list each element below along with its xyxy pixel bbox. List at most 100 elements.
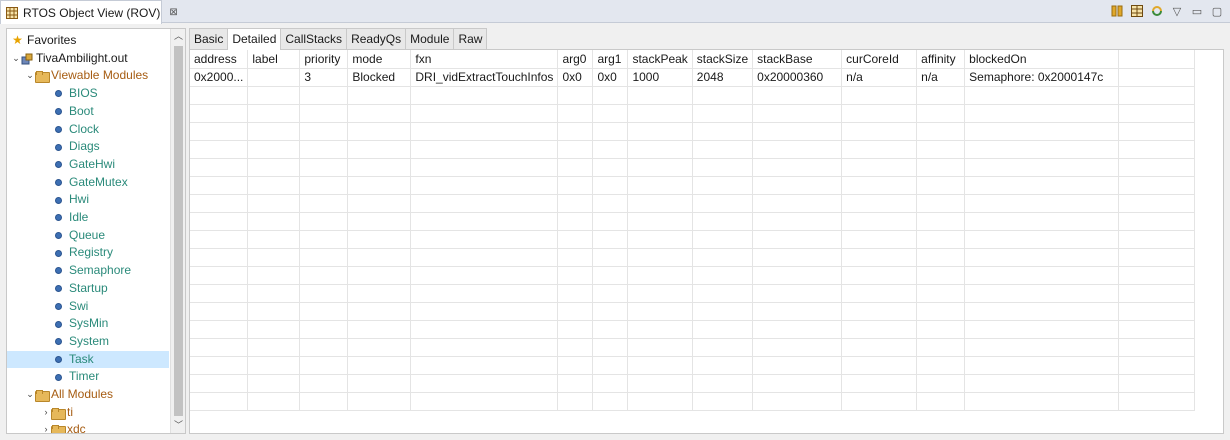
chevron-down-icon[interactable]: ⌄ [25,67,35,85]
table-cell [410,356,559,375]
tab-basic[interactable]: Basic [189,28,229,49]
chevron-right-icon[interactable]: › [41,421,51,433]
table-row[interactable] [190,266,1196,285]
column-header-blockedon[interactable]: blockedOn [964,50,1120,69]
table-cell [347,248,412,267]
column-header-mode[interactable]: mode [347,50,412,69]
table-row[interactable] [190,338,1196,357]
refresh-icon[interactable] [1150,4,1164,18]
table-row[interactable] [190,248,1196,267]
tree-item-task[interactable]: Task [7,350,169,369]
table-row[interactable] [190,194,1196,213]
table-row[interactable] [190,320,1196,339]
table-cell [627,140,693,159]
table-cell [916,140,966,159]
scroll-down-icon[interactable]: ﹀ [171,418,185,433]
tree-item-queue[interactable]: Queue [7,227,169,245]
tree-item-clock[interactable]: Clock [7,121,169,139]
table-row[interactable] [190,158,1196,177]
table-cell [557,230,594,249]
scroll-up-icon[interactable]: ︿ [171,29,185,44]
table-row[interactable] [190,86,1196,105]
table-row[interactable] [190,392,1196,411]
table-cell [1118,212,1196,231]
table-cell [592,230,629,249]
column-header-arg1[interactable]: arg1 [592,50,629,69]
tree-item-boot[interactable]: Boot [7,103,169,121]
column-header-arg0[interactable]: arg0 [557,50,594,69]
tab-module[interactable]: Module [405,28,455,49]
tree-item-all-modules[interactable]: ⌄ All Modules [7,386,169,404]
tree-item-swi[interactable]: Swi [7,298,169,316]
table-cell: 0x0 [592,68,629,87]
table-cell [627,338,693,357]
column-header-stackbase[interactable]: stackBase [752,50,843,69]
table-cell [592,266,629,285]
table-cell [752,86,843,105]
tree-item-ti[interactable]: › ti [7,404,169,422]
table-row[interactable] [190,212,1196,231]
module-icon [55,249,62,257]
column-header-address[interactable]: address [190,50,249,69]
table-row[interactable] [190,104,1196,123]
column-header-stacksize[interactable]: stackSize [692,50,754,69]
table-row[interactable] [190,356,1196,375]
column-header-priority[interactable]: priority [299,50,349,69]
table-cell [299,284,349,303]
column-header-stackpeak[interactable]: stackPeak [627,50,693,69]
table-cell [752,284,843,303]
tree-item-favorites[interactable]: ★ Favorites [7,32,169,50]
tree-item-registry[interactable]: Registry [7,244,169,262]
table-row[interactable] [190,284,1196,303]
tree-item-startup[interactable]: Startup [7,280,169,298]
tab-readyqs[interactable]: ReadyQs [346,28,407,49]
close-icon[interactable]: ⊠ [169,7,177,18]
table-row[interactable] [190,230,1196,249]
tree-scrollbar[interactable]: ︿ ﹀ [170,29,185,433]
table-row[interactable]: 0x2000... 3 Blocked DRI_vidExtractTouchInfo… [190,68,1196,87]
tree-item-gatehwi[interactable]: GateHwi [7,156,169,174]
minimize-icon[interactable]: ▭ [1190,4,1204,18]
tree-item-bios[interactable]: BIOS [7,85,169,103]
tree-item-idle[interactable]: Idle [7,209,169,227]
table-row[interactable] [190,176,1196,195]
tree-item-semaphore[interactable]: Semaphore [7,262,169,280]
tab-raw[interactable]: Raw [453,28,488,49]
chevron-right-icon[interactable]: › [41,404,51,422]
chevron-down-icon[interactable]: ⌄ [25,386,35,404]
table-row[interactable] [190,122,1196,141]
scroll-thumb[interactable] [174,46,183,416]
tree-item-diags[interactable]: Diags [7,138,169,156]
column-header-curcoreid[interactable]: curCoreId [841,50,918,69]
tree-item-sysmin[interactable]: SysMin [7,315,169,333]
table-cell [964,158,1120,177]
tree-item-gatemutex[interactable]: GateMutex [7,174,169,192]
table-cell [190,338,249,357]
grid-icon[interactable] [1130,4,1144,18]
tab-detailed[interactable]: Detailed [227,28,282,50]
column-header-affinity[interactable]: affinity [916,50,966,69]
chevron-down-icon[interactable]: ⌄ [11,50,21,68]
tree-item-xdc[interactable]: › xdc [7,421,169,433]
table-cell [592,392,629,411]
table-cell [627,374,693,393]
table-row[interactable] [190,302,1196,321]
rov-view-tab[interactable]: RTOS Object View (ROV) ⊠ [0,0,178,24]
tree-item-label: Registry [69,245,114,260]
tree-item-app[interactable]: ⌄ TivaAmbilight.out [7,50,169,68]
tree-item-label: Hwi [69,192,89,207]
task-table-container: address label priority mode fxn arg0 arg1 stack… [189,49,1224,434]
tree-item-system[interactable]: System [7,333,169,351]
tree-item-timer[interactable]: Timer [7,368,169,386]
table-row[interactable] [190,374,1196,393]
tree-item-viewable-modules[interactable]: ⌄ Viewable Modules [7,67,169,85]
view-menu-icon[interactable]: ▽ [1170,4,1184,18]
tree-item-hwi[interactable]: Hwi [7,191,169,209]
table-row[interactable] [190,140,1196,159]
column-header-fxn[interactable]: fxn [410,50,559,69]
column-header-label[interactable]: label [247,50,301,69]
tab-callstacks[interactable]: CallStacks [280,28,348,49]
table-cell [347,140,412,159]
maximize-icon[interactable]: ▢ [1210,4,1224,18]
pause-icon[interactable] [1110,4,1124,18]
